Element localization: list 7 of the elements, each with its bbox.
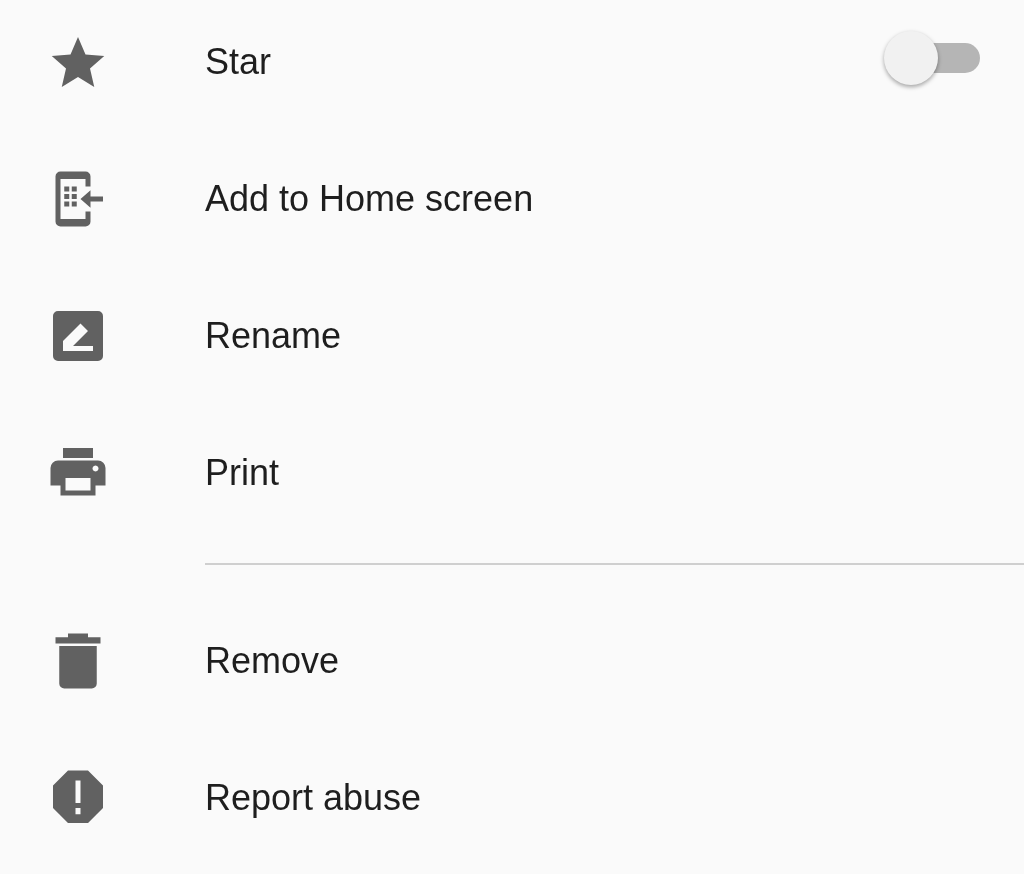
menu-item[interactable]: Remove: [0, 599, 1024, 723]
menu-item[interactable]: Print: [0, 411, 1024, 535]
menu-item[interactable]: Star: [0, 0, 1024, 124]
menu-item[interactable]: Rename: [0, 274, 1024, 398]
toggle-switch[interactable]: [884, 31, 980, 85]
menu-item[interactable]: Add to Home screen: [0, 137, 1024, 261]
menu-item[interactable]: Report abuse: [0, 736, 1024, 860]
